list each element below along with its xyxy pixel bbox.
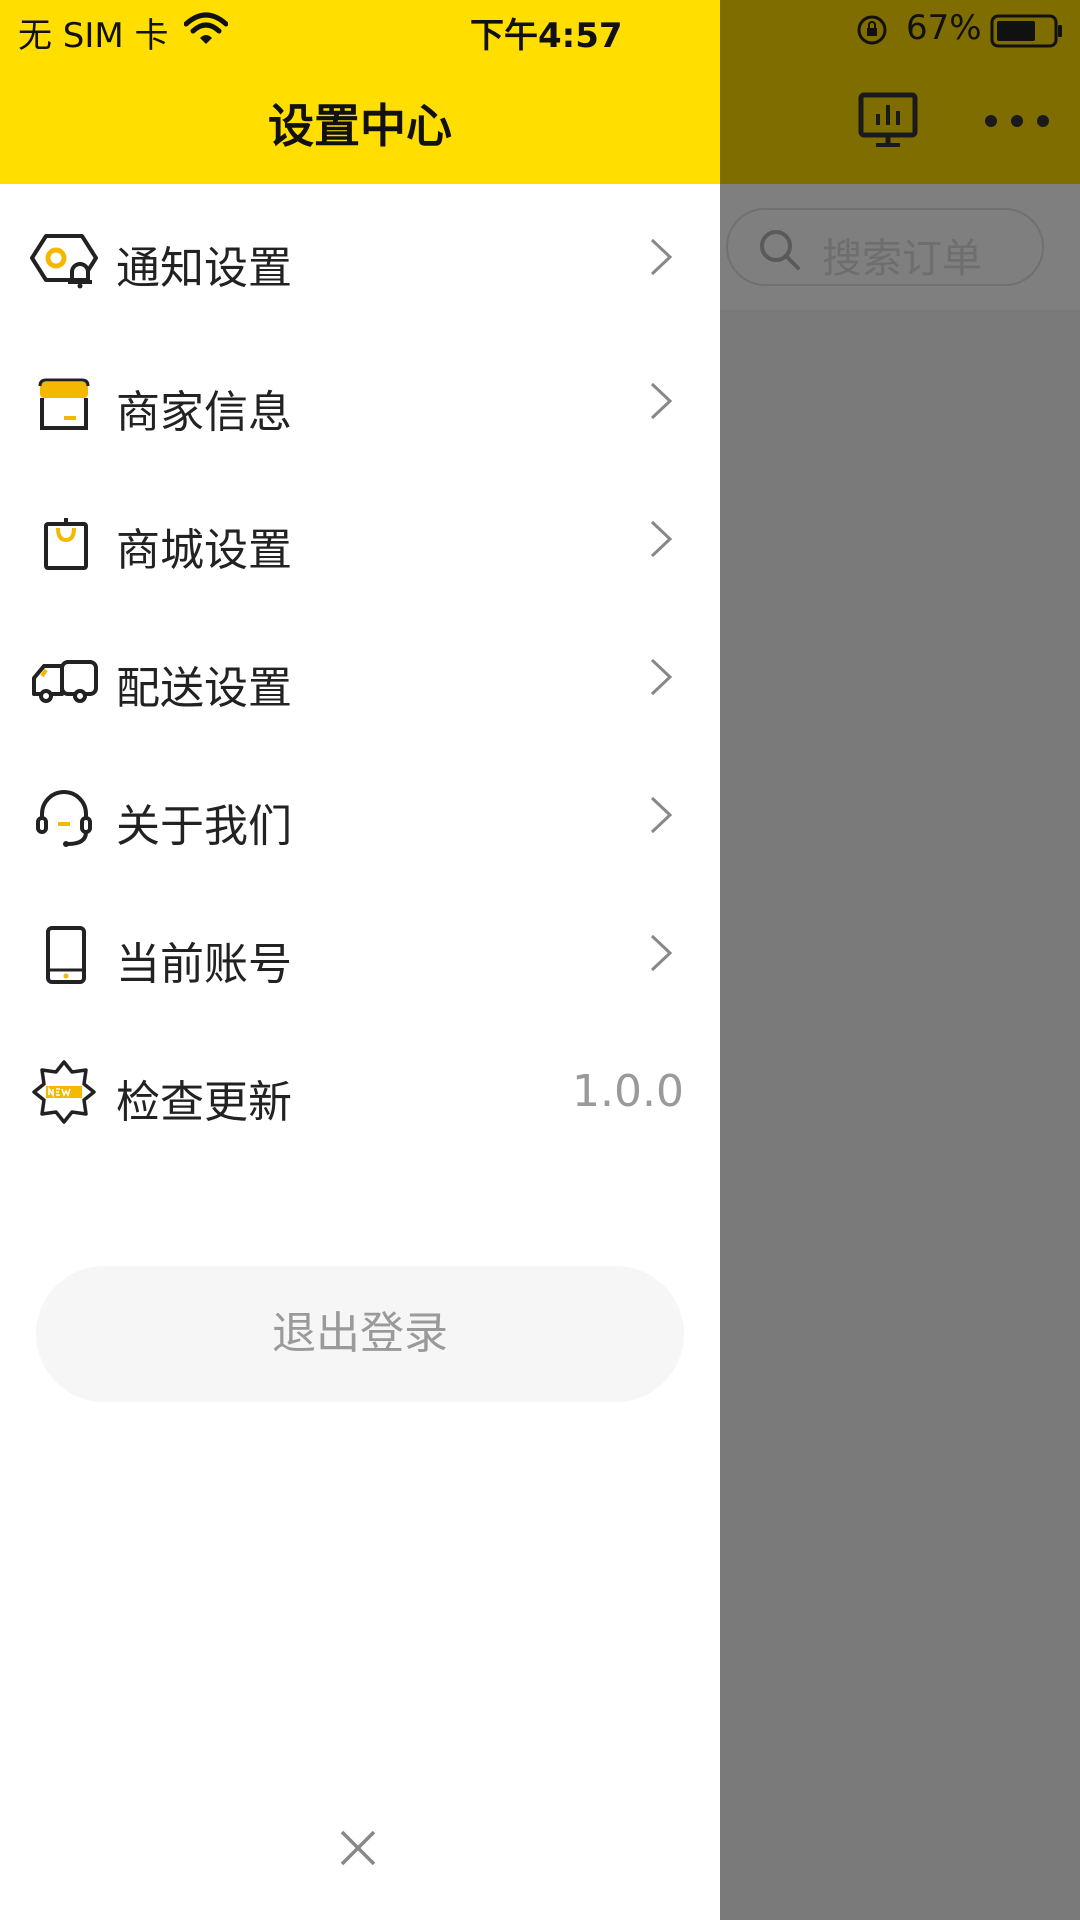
menu-item-about-us[interactable]: 关于我们 xyxy=(0,746,720,884)
logout-button[interactable]: 退出登录 xyxy=(36,1266,684,1402)
search-input[interactable]: 搜索订单 xyxy=(726,208,1044,286)
drawer-title: 设置中心 xyxy=(268,99,452,153)
stats-monitor-icon[interactable] xyxy=(858,92,918,148)
tablet-icon xyxy=(46,926,86,984)
menu-item-mall-settings[interactable]: 商城设置 xyxy=(0,470,720,608)
new-badge-icon xyxy=(32,1060,96,1124)
battery-icon xyxy=(990,14,1062,48)
notification-settings-icon xyxy=(30,234,98,289)
menu-item-check-update[interactable]: 检查更新 1.0.0 xyxy=(0,1022,720,1160)
menu-item-label: 商城设置 xyxy=(116,525,292,576)
search-icon xyxy=(760,230,800,270)
menu-item-merchant-info[interactable]: 商家信息 xyxy=(0,332,720,470)
status-bar: 无 SIM 卡 下午4:57 67% xyxy=(0,0,1080,60)
app-version: 1.0.0 xyxy=(572,1066,684,1117)
menu-item-label: 通知设置 xyxy=(116,243,292,294)
rotation-lock-icon xyxy=(857,15,887,45)
shopping-bag-icon xyxy=(44,518,88,570)
chevron-right-icon xyxy=(650,658,673,696)
delivery-truck-icon xyxy=(32,660,98,703)
wifi-icon xyxy=(184,12,228,44)
chevron-right-icon xyxy=(650,238,673,276)
clock-text: 下午4:57 xyxy=(470,16,623,56)
carrier-text: 无 SIM 卡 xyxy=(18,16,169,56)
search-placeholder: 搜索订单 xyxy=(822,236,982,282)
menu-item-label: 检查更新 xyxy=(116,1077,292,1128)
settings-drawer: 设置中心 通知设置 商家信息 商城设置 配送设置 关于我们 当前账号 检查更新 … xyxy=(0,0,720,1920)
chevron-right-icon xyxy=(650,934,673,972)
menu-item-label: 当前账号 xyxy=(116,939,292,990)
headset-icon xyxy=(36,790,92,847)
chevron-right-icon xyxy=(650,382,673,420)
menu-item-current-account[interactable]: 当前账号 xyxy=(0,884,720,1022)
menu-item-delivery-settings[interactable]: 配送设置 xyxy=(0,608,720,746)
chevron-right-icon xyxy=(650,520,673,558)
menu-item-label: 配送设置 xyxy=(116,663,292,714)
store-icon xyxy=(38,378,90,430)
close-icon[interactable] xyxy=(336,1826,380,1870)
menu-item-label: 商家信息 xyxy=(116,387,292,438)
chevron-right-icon xyxy=(650,796,673,834)
battery-percent: 67% xyxy=(906,8,982,48)
more-options-icon[interactable] xyxy=(984,114,1050,128)
menu-item-label: 关于我们 xyxy=(116,801,292,852)
menu-item-notification-settings[interactable]: 通知设置 xyxy=(0,188,720,326)
